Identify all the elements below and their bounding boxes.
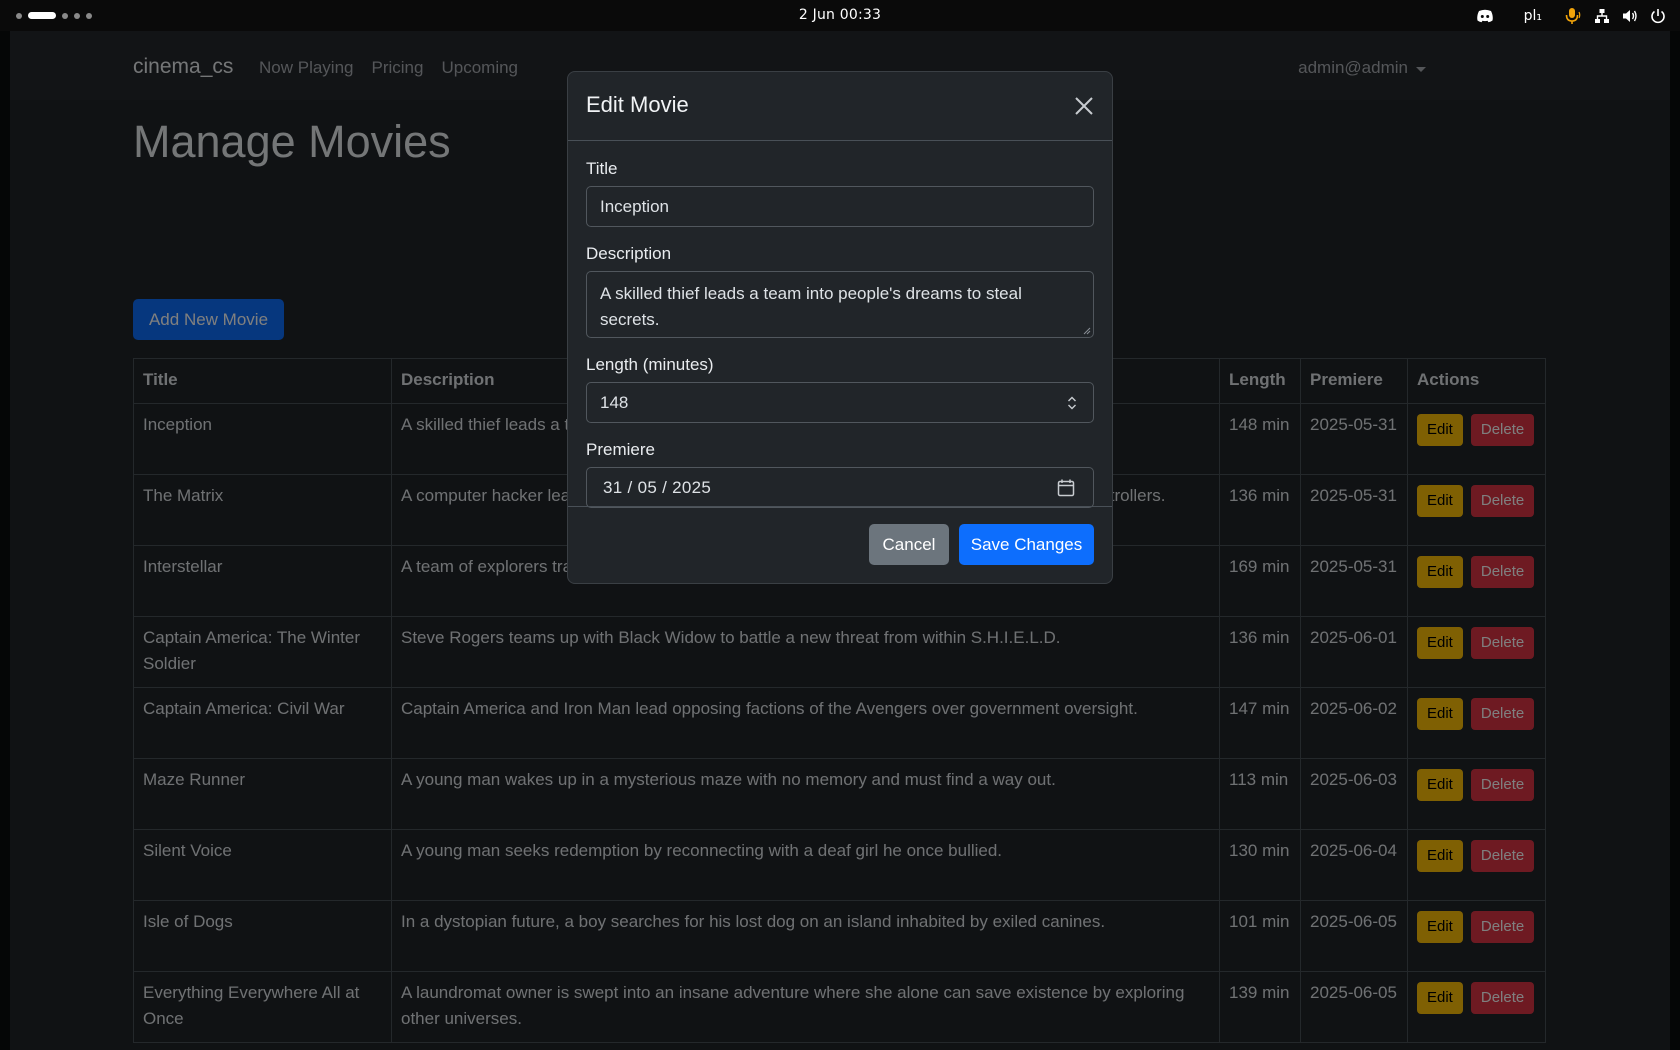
modal-header: Edit Movie [568, 72, 1112, 141]
keyboard-layout[interactable]: pl₁ [1524, 8, 1542, 24]
description-textarea-value: A skilled thief leads a team into people… [600, 284, 1022, 329]
resize-grip-icon[interactable] [1083, 327, 1091, 335]
close-icon[interactable] [1072, 94, 1096, 118]
premiere-date-input[interactable]: 31 / 05 / 2025 [586, 467, 1094, 508]
title-input[interactable]: Inception [586, 186, 1094, 227]
title-label: Title [586, 159, 618, 178]
clock[interactable]: 2 Jun 00:33 [0, 7, 1680, 23]
calendar-icon[interactable] [1057, 478, 1075, 498]
volume-icon[interactable] [1622, 8, 1638, 24]
length-label: Length (minutes) [586, 355, 714, 374]
microphone-icon[interactable] [1564, 7, 1582, 25]
modal-body: Title Inception Description A skilled th… [586, 141, 1094, 508]
modal-title: Edit Movie [586, 92, 689, 117]
length-input-value: 148 [600, 392, 629, 412]
premiere-input-value: 31 / 05 / 2025 [603, 477, 712, 497]
description-textarea[interactable]: A skilled thief leads a team into people… [586, 271, 1094, 338]
cancel-button[interactable]: Cancel [869, 524, 949, 565]
edit-movie-modal: Edit Movie Title Inception Description A… [567, 71, 1113, 584]
save-changes-button[interactable]: Save Changes [959, 524, 1094, 565]
system-top-bar: 2 Jun 00:33 pl₁ [0, 0, 1680, 31]
premiere-label: Premiere [586, 440, 655, 459]
power-icon[interactable] [1650, 8, 1666, 24]
length-number-input[interactable]: 148 [586, 382, 1094, 423]
title-input-value: Inception [600, 196, 669, 216]
modal-footer: Cancel Save Changes [568, 506, 1112, 584]
description-label: Description [586, 244, 672, 263]
spinner-arrows-icon[interactable] [1066, 394, 1078, 412]
discord-icon[interactable] [1476, 9, 1494, 23]
network-icon[interactable] [1594, 8, 1610, 24]
system-tray[interactable]: pl₁ [1476, 6, 1666, 26]
